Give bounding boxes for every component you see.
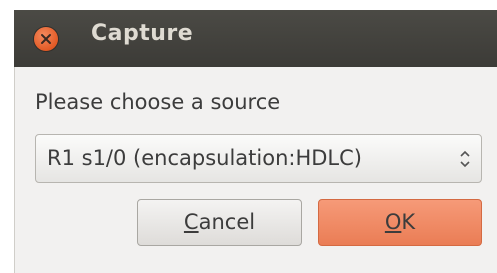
ok-button-label: K [401,210,416,234]
source-select-value: R1 s1/0 (encapsulation:HDLC) [47,146,362,170]
titlebar[interactable]: Capture [14,10,497,67]
up-down-arrows-icon [460,150,470,168]
cancel-button[interactable]: Cancel [137,199,302,246]
ok-button[interactable]: OK [318,199,482,246]
cancel-button-mnemonic: C [183,210,199,234]
capture-dialog-window: Capture Please choose a source R1 s1/0 (… [0,0,497,273]
ok-button-mnemonic: O [384,210,402,234]
source-prompt-label: Please choose a source [35,90,281,114]
close-icon [41,34,51,44]
dialog-body: Please choose a source R1 s1/0 (encapsul… [14,67,497,273]
source-select[interactable]: R1 s1/0 (encapsulation:HDLC) [35,134,482,183]
window-title: Capture [91,21,194,46]
close-button[interactable] [34,27,58,51]
cancel-button-label: ancel [198,210,256,234]
